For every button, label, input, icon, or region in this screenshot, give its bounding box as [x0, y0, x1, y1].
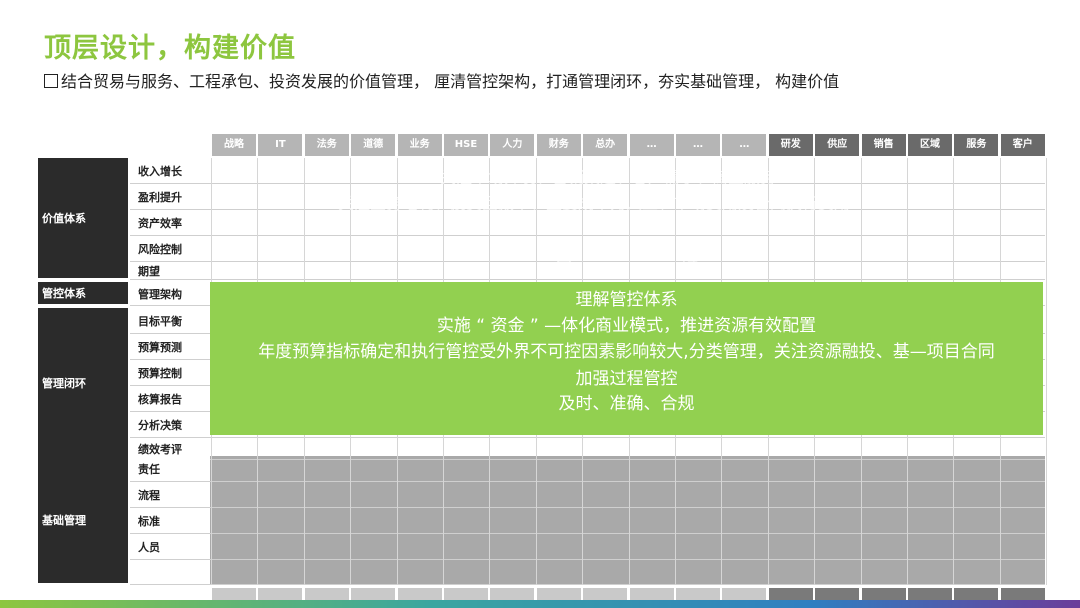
row-label: 人员	[130, 534, 210, 559]
column-header: 总办	[583, 134, 628, 156]
column-divider	[1046, 158, 1048, 585]
row-label: 盈利提升	[130, 184, 210, 209]
column-header: 区域	[908, 134, 952, 156]
row-label: 预算控制	[130, 360, 210, 385]
overlay-line-3: 年度预算指标确定和执行管控受外界不可控因素影响较大,分类管理，关注资源融投、基—…	[258, 342, 995, 362]
ghost-text-3: 国	[556, 247, 573, 266]
row-label-empty	[130, 560, 210, 584]
row-label: 流程	[130, 482, 210, 507]
base-management-band	[210, 456, 1045, 585]
column-header: IT	[258, 134, 303, 156]
row-label: 管理架构	[130, 282, 210, 305]
ghost-text-4: 险	[682, 247, 699, 266]
row-label: 收入增长	[130, 158, 210, 183]
row-label: 期望	[130, 262, 210, 279]
column-header: HSE	[444, 134, 488, 156]
overlay-line-2: 实施 “ 资金 ” —体化商业模式，推进资源有效配置	[436, 316, 817, 336]
overlay-line-4: 加强过程管控	[575, 369, 678, 389]
column-header: 战略	[212, 134, 256, 156]
column-header: 业务	[397, 134, 442, 156]
category-value: 价值体系	[38, 158, 128, 278]
column-header: 供应	[815, 134, 860, 156]
column-header: …	[629, 134, 674, 156]
overlay-line-1: 理解管控体系	[575, 290, 678, 310]
column-header: 客户	[1000, 134, 1045, 156]
column-header: 研发	[768, 134, 813, 156]
footer-gradient-bar	[0, 600, 1080, 608]
overlay-line-5: 及时、准确、合规	[558, 394, 695, 414]
column-header: 财务	[536, 134, 581, 156]
column-header: …	[722, 134, 767, 156]
category-loop: 管理闭环	[38, 308, 128, 458]
ghost-text-1: 关注市场开发、营销渠道、客户需求、商业服务	[440, 168, 777, 187]
category-base: 基础管理	[38, 456, 128, 583]
category-control: 管控体系	[38, 282, 128, 304]
column-header: 法务	[304, 134, 349, 156]
row-label: 标准	[130, 508, 210, 533]
column-header: 人力	[490, 134, 535, 156]
column-header: 服务	[954, 134, 999, 156]
row-label: 分析决策	[130, 412, 210, 437]
row-label: 预算预测	[130, 334, 210, 359]
column-header: 销售	[861, 134, 906, 156]
row-label: 责任	[130, 456, 210, 481]
row-label: 风险控制	[130, 236, 210, 261]
row-label: 核算报告	[130, 386, 210, 411]
row-label: 资产效率	[130, 210, 210, 235]
ghost-text-2: 关注业务毛利、投资回报率、主要成本为人工、市场费用及合同执行费用	[338, 194, 851, 213]
row-label: 目标平衡	[130, 308, 210, 333]
column-header: …	[676, 134, 720, 156]
column-header: 道德	[351, 134, 396, 156]
